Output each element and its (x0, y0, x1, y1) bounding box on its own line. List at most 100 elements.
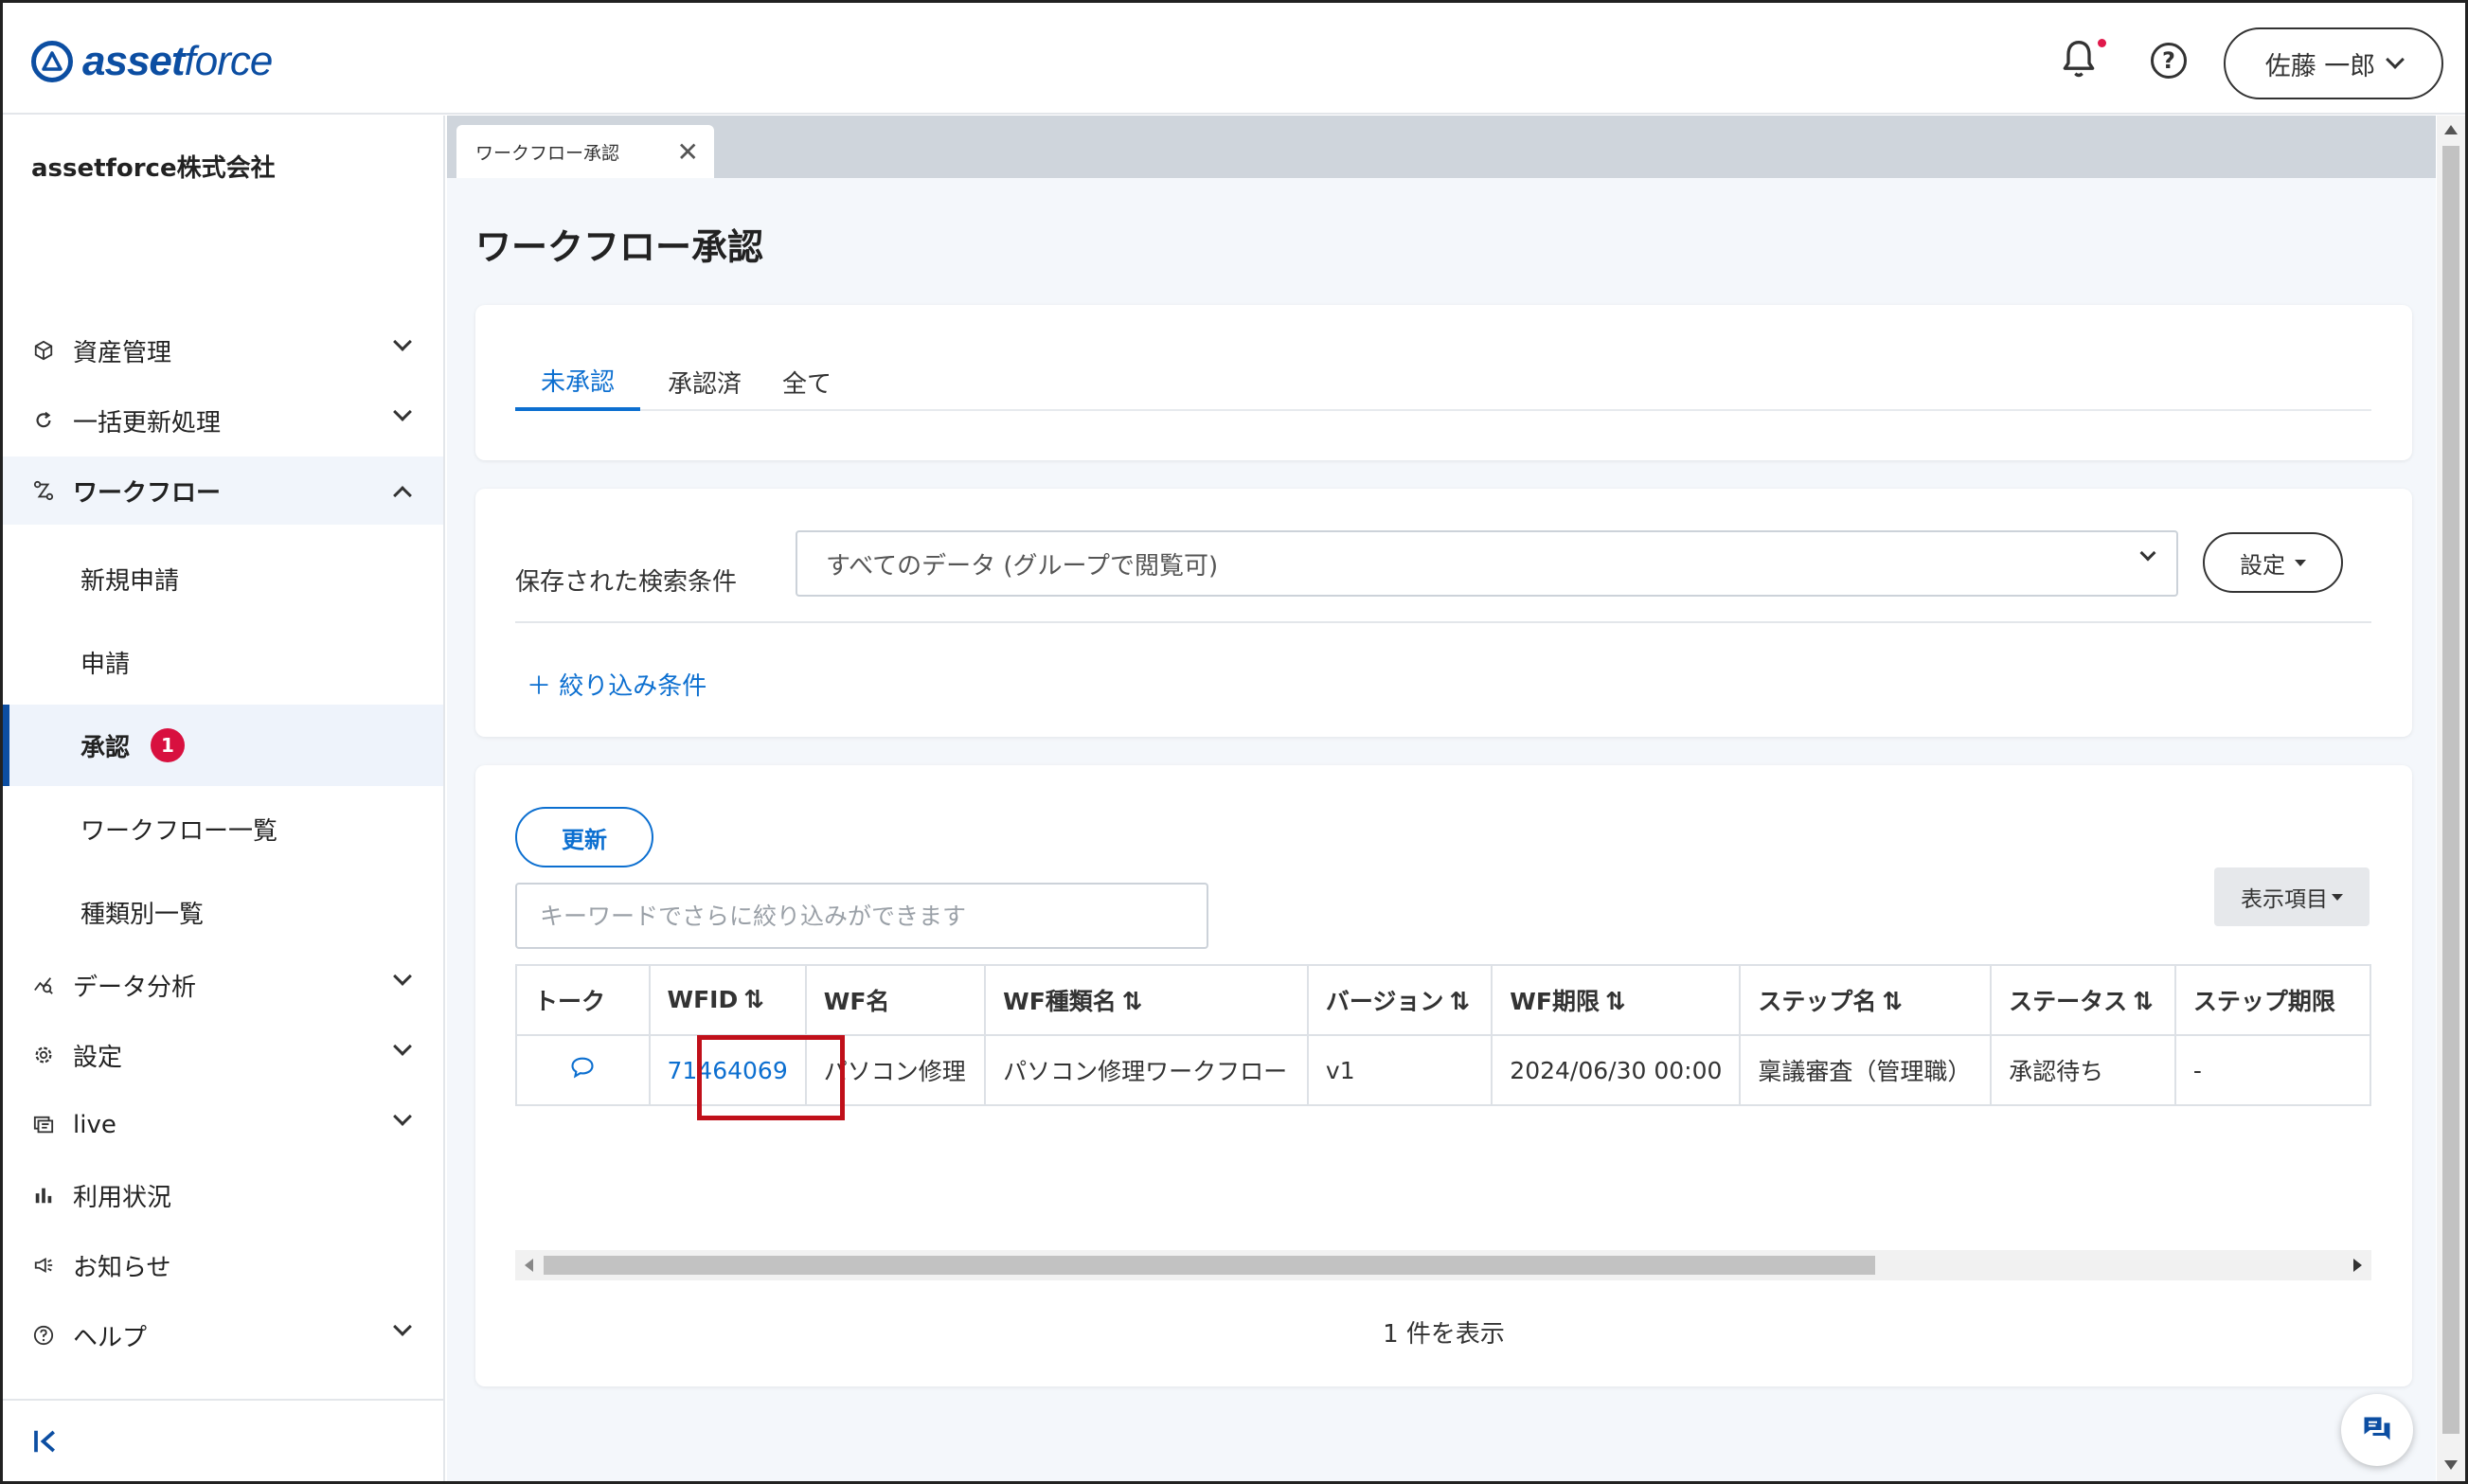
wf-type-cell: パソコン修理ワークフロー (984, 1034, 1309, 1106)
saved-search-label: 保存された検索条件 (515, 568, 738, 597)
display-items-button[interactable]: 表示項目 (2214, 867, 2370, 926)
app-header: assetforce ? 佐藤 一郎 (3, 3, 2465, 115)
sidebar-item-analytics[interactable]: データ分析 (3, 951, 443, 1019)
caret-down-icon (2332, 893, 2343, 901)
status-tabs: 未承認 承認済 全て (515, 352, 2371, 411)
col-wf-type[interactable]: WF種類名 ⇅ (984, 964, 1309, 1036)
step-name-cell: 稟議審査（管理職） (1739, 1034, 1993, 1106)
chevron-up-icon (393, 486, 412, 505)
megaphone-icon (31, 1253, 56, 1278)
sidebar-footer (3, 1399, 443, 1481)
collapse-sidebar-icon[interactable] (31, 1427, 60, 1456)
scroll-down-icon[interactable] (2444, 1460, 2458, 1470)
wfid-highlight-box (697, 1035, 845, 1120)
sidebar-item-bulk-update[interactable]: 一括更新処理 (3, 386, 443, 455)
sidebar-subitem-new-request[interactable]: 新規申請 (3, 538, 443, 619)
sidebar-subitem-type-list[interactable]: 種類別一覧 (3, 871, 443, 953)
sidebar-item-workflow[interactable]: ワークフロー (3, 456, 443, 525)
col-status[interactable]: ステータス ⇅ (1990, 964, 2176, 1036)
col-wf-deadline[interactable]: WF期限 ⇅ (1491, 964, 1742, 1036)
tab-all[interactable]: 全て (769, 352, 845, 411)
sidebar-subitem-request[interactable]: 申請 (3, 621, 443, 703)
sidebar-subitem-workflow-list[interactable]: ワークフロー一覧 (3, 788, 443, 869)
talk-cell (515, 1034, 651, 1106)
sidebar-item-settings[interactable]: 設定 (3, 1021, 443, 1089)
sort-icon[interactable]: ⇅ (1605, 988, 1626, 1016)
sidebar-item-live[interactable]: live (3, 1091, 443, 1159)
help-icon[interactable]: ? (2151, 43, 2187, 79)
status-tabs-card: 未承認 承認済 全て (475, 305, 2412, 460)
col-step-deadline: ステップ期限 (2173, 964, 2371, 1036)
sidebar-item-usage[interactable]: 利用状況 (3, 1161, 443, 1229)
col-wf-name: WF名 (804, 964, 987, 1036)
sidebar-item-news[interactable]: お知らせ (3, 1231, 443, 1299)
chevron-down-icon (393, 1037, 412, 1056)
tab-approved[interactable]: 承認済 (657, 352, 752, 411)
result-count: 1 件を表示 (1383, 1320, 1505, 1349)
vertical-scrollbar[interactable] (2437, 116, 2465, 1481)
chevron-down-icon (2386, 50, 2405, 69)
user-menu-button[interactable]: 佐藤 一郎 (2224, 27, 2443, 99)
sidebar: assetforce株式会社 資産管理 一括更新処理 ワークフロー 新規申請 申… (3, 116, 445, 1481)
chevron-down-icon (393, 1107, 412, 1126)
main-content: ワークフロー承認 ✕ ワークフロー承認 未承認 承認済 全て 保存された検索条件… (447, 116, 2436, 1481)
table-header-row: トーク WFID ⇅ WF名 WF種類名 ⇅ バージョン ⇅ WF期限 ⇅ ステップ名 ⇅… (515, 964, 2371, 1036)
bar-chart-icon (31, 1183, 56, 1207)
keyword-search-input[interactable] (515, 883, 1208, 949)
close-icon[interactable]: ✕ (677, 136, 699, 168)
col-wfid[interactable]: WFID ⇅ (648, 964, 807, 1036)
sort-icon[interactable]: ⇅ (2133, 988, 2154, 1016)
sort-icon[interactable]: ⇅ (743, 986, 764, 1014)
app-logo[interactable]: assetforce (31, 33, 273, 90)
logo-text: assetforce (82, 38, 273, 84)
scroll-up-icon[interactable] (2444, 125, 2458, 134)
approval-count-badge: 1 (151, 728, 186, 762)
sort-icon[interactable]: ⇅ (1449, 988, 1470, 1016)
horizontal-scrollbar[interactable] (515, 1250, 2371, 1280)
chat-bubble-icon[interactable] (569, 1055, 596, 1080)
company-name: assetforce株式会社 (31, 154, 276, 183)
chevron-down-icon (393, 332, 412, 351)
refresh-icon (31, 408, 56, 433)
sort-icon[interactable]: ⇅ (1882, 988, 1903, 1016)
col-talk: トーク (515, 964, 651, 1036)
caret-down-icon (2295, 559, 2306, 566)
live-icon (31, 1113, 56, 1137)
col-step-name[interactable]: ステップ名 ⇅ (1739, 964, 1993, 1036)
scroll-thumb[interactable] (2442, 146, 2459, 1434)
search-conditions-card: 保存された検索条件 すべてのデータ (グループで閲覧可) 設定 ＋ 絞り込み条件 (475, 489, 2412, 737)
user-name: 佐藤 一郎 (2264, 51, 2376, 81)
chevron-down-icon (393, 1317, 412, 1336)
workflow-icon (31, 478, 56, 503)
settings-dropdown-button[interactable]: 設定 (2203, 532, 2343, 593)
gear-icon (31, 1043, 56, 1067)
sidebar-item-help[interactable]: ヘルプ (3, 1301, 443, 1369)
scroll-left-icon[interactable] (525, 1259, 533, 1272)
tab-workflow-approval[interactable]: ワークフロー承認 ✕ (456, 125, 714, 178)
sort-icon[interactable]: ⇅ (1122, 988, 1143, 1016)
page-title: ワークフロー承認 (475, 226, 764, 268)
add-filter-link[interactable]: ＋ 絞り込み条件 (527, 667, 706, 702)
chevron-down-icon (2139, 545, 2156, 562)
analytics-icon (31, 973, 56, 997)
status-cell: 承認待ち (1990, 1034, 2176, 1106)
chat-icon (2364, 1417, 2390, 1440)
scroll-thumb[interactable] (544, 1256, 1875, 1275)
divider (515, 621, 2371, 623)
logo-mark-icon (31, 41, 73, 82)
tab-bar: ワークフロー承認 ✕ (447, 116, 2436, 178)
step-deadline-cell: - (2173, 1034, 2371, 1106)
chat-fab-button[interactable] (2341, 1394, 2413, 1466)
bell-icon[interactable] (2058, 37, 2100, 82)
tab-unapproved[interactable]: 未承認 (515, 352, 640, 411)
help-circle-icon (31, 1323, 56, 1348)
refresh-button[interactable]: 更新 (515, 807, 653, 867)
version-cell: v1 (1306, 1034, 1493, 1106)
sidebar-subitem-approval[interactable]: 承認 1 (3, 705, 443, 786)
notification-dot (2098, 39, 2106, 47)
saved-search-select[interactable]: すべてのデータ (グループで閲覧可) (796, 530, 2178, 597)
scroll-right-icon[interactable] (2353, 1259, 2362, 1272)
cube-icon (31, 338, 56, 363)
col-version[interactable]: バージョン ⇅ (1306, 964, 1493, 1036)
sidebar-item-assets[interactable]: 資産管理 (3, 316, 443, 384)
